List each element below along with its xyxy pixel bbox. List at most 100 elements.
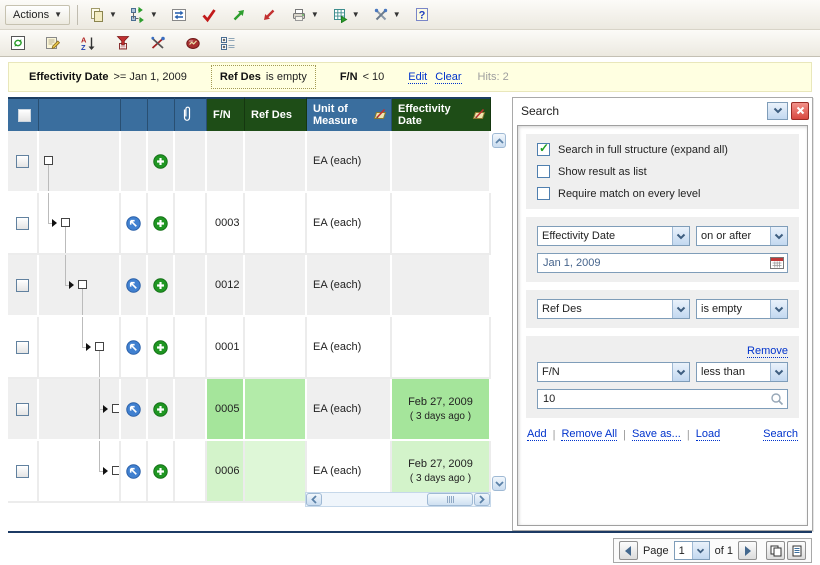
previous-page-button[interactable] (619, 541, 638, 560)
vertical-scrollbar[interactable] (492, 133, 506, 491)
check-out-button[interactable] (257, 4, 281, 26)
scrollbar-thumb[interactable] (427, 493, 473, 506)
add-criterion-link[interactable]: Add (527, 428, 547, 441)
navigate-button[interactable] (121, 340, 146, 355)
page-select[interactable]: 1 (674, 541, 710, 560)
expand-arrow-icon[interactable] (52, 219, 57, 227)
check-in-button[interactable] (227, 4, 251, 26)
scroll-up-icon[interactable] (492, 133, 506, 148)
chevron-down-icon[interactable]: ▼ (352, 10, 360, 19)
date-value-input[interactable]: Jan 1, 2009 (537, 253, 788, 273)
operator-select[interactable]: on or after (696, 226, 788, 246)
sort-az-button[interactable]: AZ (76, 32, 100, 54)
navigate-button[interactable] (121, 464, 146, 479)
panel-menu-button[interactable] (767, 102, 788, 120)
chevron-down-icon[interactable]: ▼ (109, 10, 117, 19)
print-button[interactable]: ▼ (287, 4, 322, 26)
row-checkbox[interactable] (16, 341, 29, 354)
load-link[interactable]: Load (696, 428, 720, 441)
edit-note-button[interactable] (41, 32, 65, 54)
navigate-button[interactable] (121, 216, 146, 231)
tree-node[interactable] (112, 404, 121, 413)
chevron-down-icon[interactable] (770, 300, 787, 318)
filter-chip-ref-des[interactable]: Ref Des is empty (211, 65, 316, 89)
refresh-button[interactable] (6, 32, 30, 54)
chevron-down-icon[interactable] (770, 227, 787, 245)
visualize-button[interactable] (181, 32, 205, 54)
select-all-checkbox[interactable] (18, 109, 31, 122)
chevron-down-icon[interactable]: ▼ (150, 10, 158, 19)
edit-column-icon[interactable] (371, 107, 387, 123)
scroll-left-icon[interactable] (306, 493, 322, 506)
match-every-level-checkbox[interactable] (537, 187, 550, 200)
cut-button[interactable] (146, 32, 170, 54)
clear-filter-link[interactable]: Clear (435, 71, 461, 84)
remove-criterion-link[interactable]: Remove (747, 345, 788, 358)
chevron-down-icon[interactable]: ▼ (311, 10, 319, 19)
copy-button[interactable]: ▼ (85, 4, 120, 26)
edit-column-icon[interactable] (470, 107, 486, 123)
chevron-down-icon[interactable] (770, 363, 787, 381)
navigate-button[interactable] (121, 278, 146, 293)
scroll-down-icon[interactable] (492, 476, 506, 491)
add-button[interactable] (148, 464, 173, 479)
tree-node[interactable] (112, 466, 121, 475)
remove-all-link[interactable]: Remove All (561, 428, 617, 441)
close-panel-button[interactable] (791, 102, 809, 120)
filter-chip-fn[interactable]: F/N < 10 (332, 66, 392, 88)
search-submit-link[interactable]: Search (763, 428, 798, 441)
add-button[interactable] (148, 216, 173, 231)
magnifier-icon[interactable] (770, 392, 784, 409)
row-checkbox[interactable] (16, 403, 29, 416)
field-select[interactable]: Ref Des (537, 299, 690, 319)
multi-pane-view-button[interactable] (766, 541, 785, 560)
validate-button[interactable] (197, 4, 221, 26)
row-checkbox[interactable] (16, 465, 29, 478)
chevron-down-icon[interactable] (672, 227, 689, 245)
result-as-list-checkbox[interactable] (537, 165, 550, 178)
add-button[interactable] (148, 278, 173, 293)
tree-node[interactable] (44, 156, 53, 165)
replace-button[interactable] (167, 4, 191, 26)
row-checkbox[interactable] (16, 279, 29, 292)
field-select[interactable]: F/N (537, 362, 690, 382)
row-checkbox[interactable] (16, 155, 29, 168)
chevron-down-icon[interactable] (672, 363, 689, 381)
row-checkbox[interactable] (16, 217, 29, 230)
secondary-toolbar: AZ (0, 30, 820, 57)
add-button[interactable] (148, 154, 173, 169)
add-button[interactable] (148, 402, 173, 417)
expand-arrow-icon[interactable] (86, 343, 91, 351)
tools-button[interactable]: ▼ (369, 4, 404, 26)
expand-arrow-icon[interactable] (69, 281, 74, 289)
list-view-button[interactable] (787, 541, 806, 560)
chevron-down-icon[interactable] (672, 300, 689, 318)
tree-node[interactable] (78, 280, 87, 289)
horizontal-scrollbar[interactable] (305, 492, 491, 507)
add-to-structure-button[interactable]: ▼ (126, 4, 161, 26)
calendar-icon[interactable] (770, 256, 784, 272)
help-button[interactable]: ? (410, 4, 434, 26)
filter-button[interactable] (111, 32, 135, 54)
filter-chip-effectivity-date[interactable]: Effectivity Date >= Jan 1, 2009 (21, 66, 195, 88)
tree-node[interactable] (95, 342, 104, 351)
expand-arrow-icon[interactable] (103, 467, 108, 475)
chevron-down-icon[interactable]: ▼ (393, 10, 401, 19)
export-table-button[interactable]: ▼ (328, 4, 363, 26)
value-input[interactable]: 10 (537, 389, 788, 409)
save-as-link[interactable]: Save as... (632, 428, 681, 441)
edit-filter-link[interactable]: Edit (408, 71, 427, 84)
operator-select[interactable]: less than (696, 362, 788, 382)
full-structure-checkbox[interactable] (537, 143, 550, 156)
chevron-down-icon[interactable] (692, 542, 709, 559)
scroll-right-icon[interactable] (474, 493, 490, 506)
add-button[interactable] (148, 340, 173, 355)
expand-all-button[interactable] (216, 32, 240, 54)
expand-arrow-icon[interactable] (103, 405, 108, 413)
actions-button[interactable]: Actions ▼ (5, 5, 70, 25)
operator-select[interactable]: is empty (696, 299, 788, 319)
tree-node[interactable] (61, 218, 70, 227)
next-page-button[interactable] (738, 541, 757, 560)
field-select[interactable]: Effectivity Date (537, 226, 690, 246)
navigate-button[interactable] (121, 402, 146, 417)
